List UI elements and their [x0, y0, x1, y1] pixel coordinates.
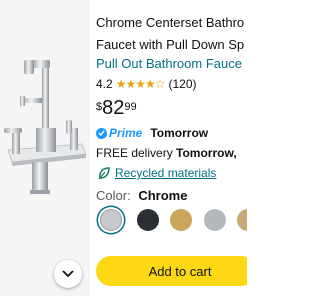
price-whole: 82 — [102, 97, 125, 119]
recycled-materials-label: Recycled materials — [115, 166, 217, 180]
color-label: Color: — [96, 188, 131, 203]
color-swatch-gold[interactable] — [170, 209, 192, 231]
price-fraction: 99 — [124, 101, 137, 113]
color-selector-label: Color: Chrome — [96, 188, 187, 204]
chevron-down-icon — [62, 270, 74, 278]
product-info: Chrome Centerset Bathro Faucet with Pull… — [96, 0, 247, 296]
selected-color: Chrome — [138, 188, 188, 203]
rating-value: 4.2 — [96, 77, 113, 91]
product-subtitle[interactable]: Pull Out Bathroom Fauce — [96, 56, 242, 72]
add-to-cart-button[interactable]: Add to cart — [96, 256, 247, 286]
prime-badge: Prime Tomorrow — [96, 126, 208, 140]
delivery-date: Tomorrow, — [176, 146, 237, 160]
product-title-line-1[interactable]: Chrome Centerset Bathro — [96, 15, 244, 31]
price: $ 82 99 — [96, 97, 137, 119]
leaf-icon — [98, 166, 110, 179]
color-swatch-champagne[interactable] — [237, 209, 247, 231]
review-count[interactable]: (120) — [168, 77, 196, 91]
prime-label: Prime — [109, 126, 143, 140]
prime-check-icon — [96, 127, 107, 139]
faucet-image — [4, 60, 87, 194]
scroll-down-button[interactable] — [54, 260, 82, 288]
prime-delivery: Tomorrow — [150, 126, 209, 140]
product-image-panel[interactable] — [0, 0, 90, 296]
recycled-materials-link[interactable]: Recycled materials — [98, 166, 216, 180]
color-swatch-black[interactable] — [137, 209, 159, 231]
free-delivery-text: FREE delivery — [96, 146, 173, 160]
delivery-info: FREE delivery Tomorrow, — [96, 146, 237, 160]
rating-row[interactable]: 4.2 ★★★★☆ (120) — [96, 77, 197, 91]
star-rating-icon: ★★★★☆ — [115, 77, 166, 91]
color-swatch-chrome[interactable] — [100, 209, 122, 231]
add-to-cart-label: Add to cart — [148, 263, 212, 279]
product-title-line-2[interactable]: Faucet with Pull Down Sp — [96, 37, 244, 53]
color-swatch-nickel[interactable] — [204, 209, 226, 231]
